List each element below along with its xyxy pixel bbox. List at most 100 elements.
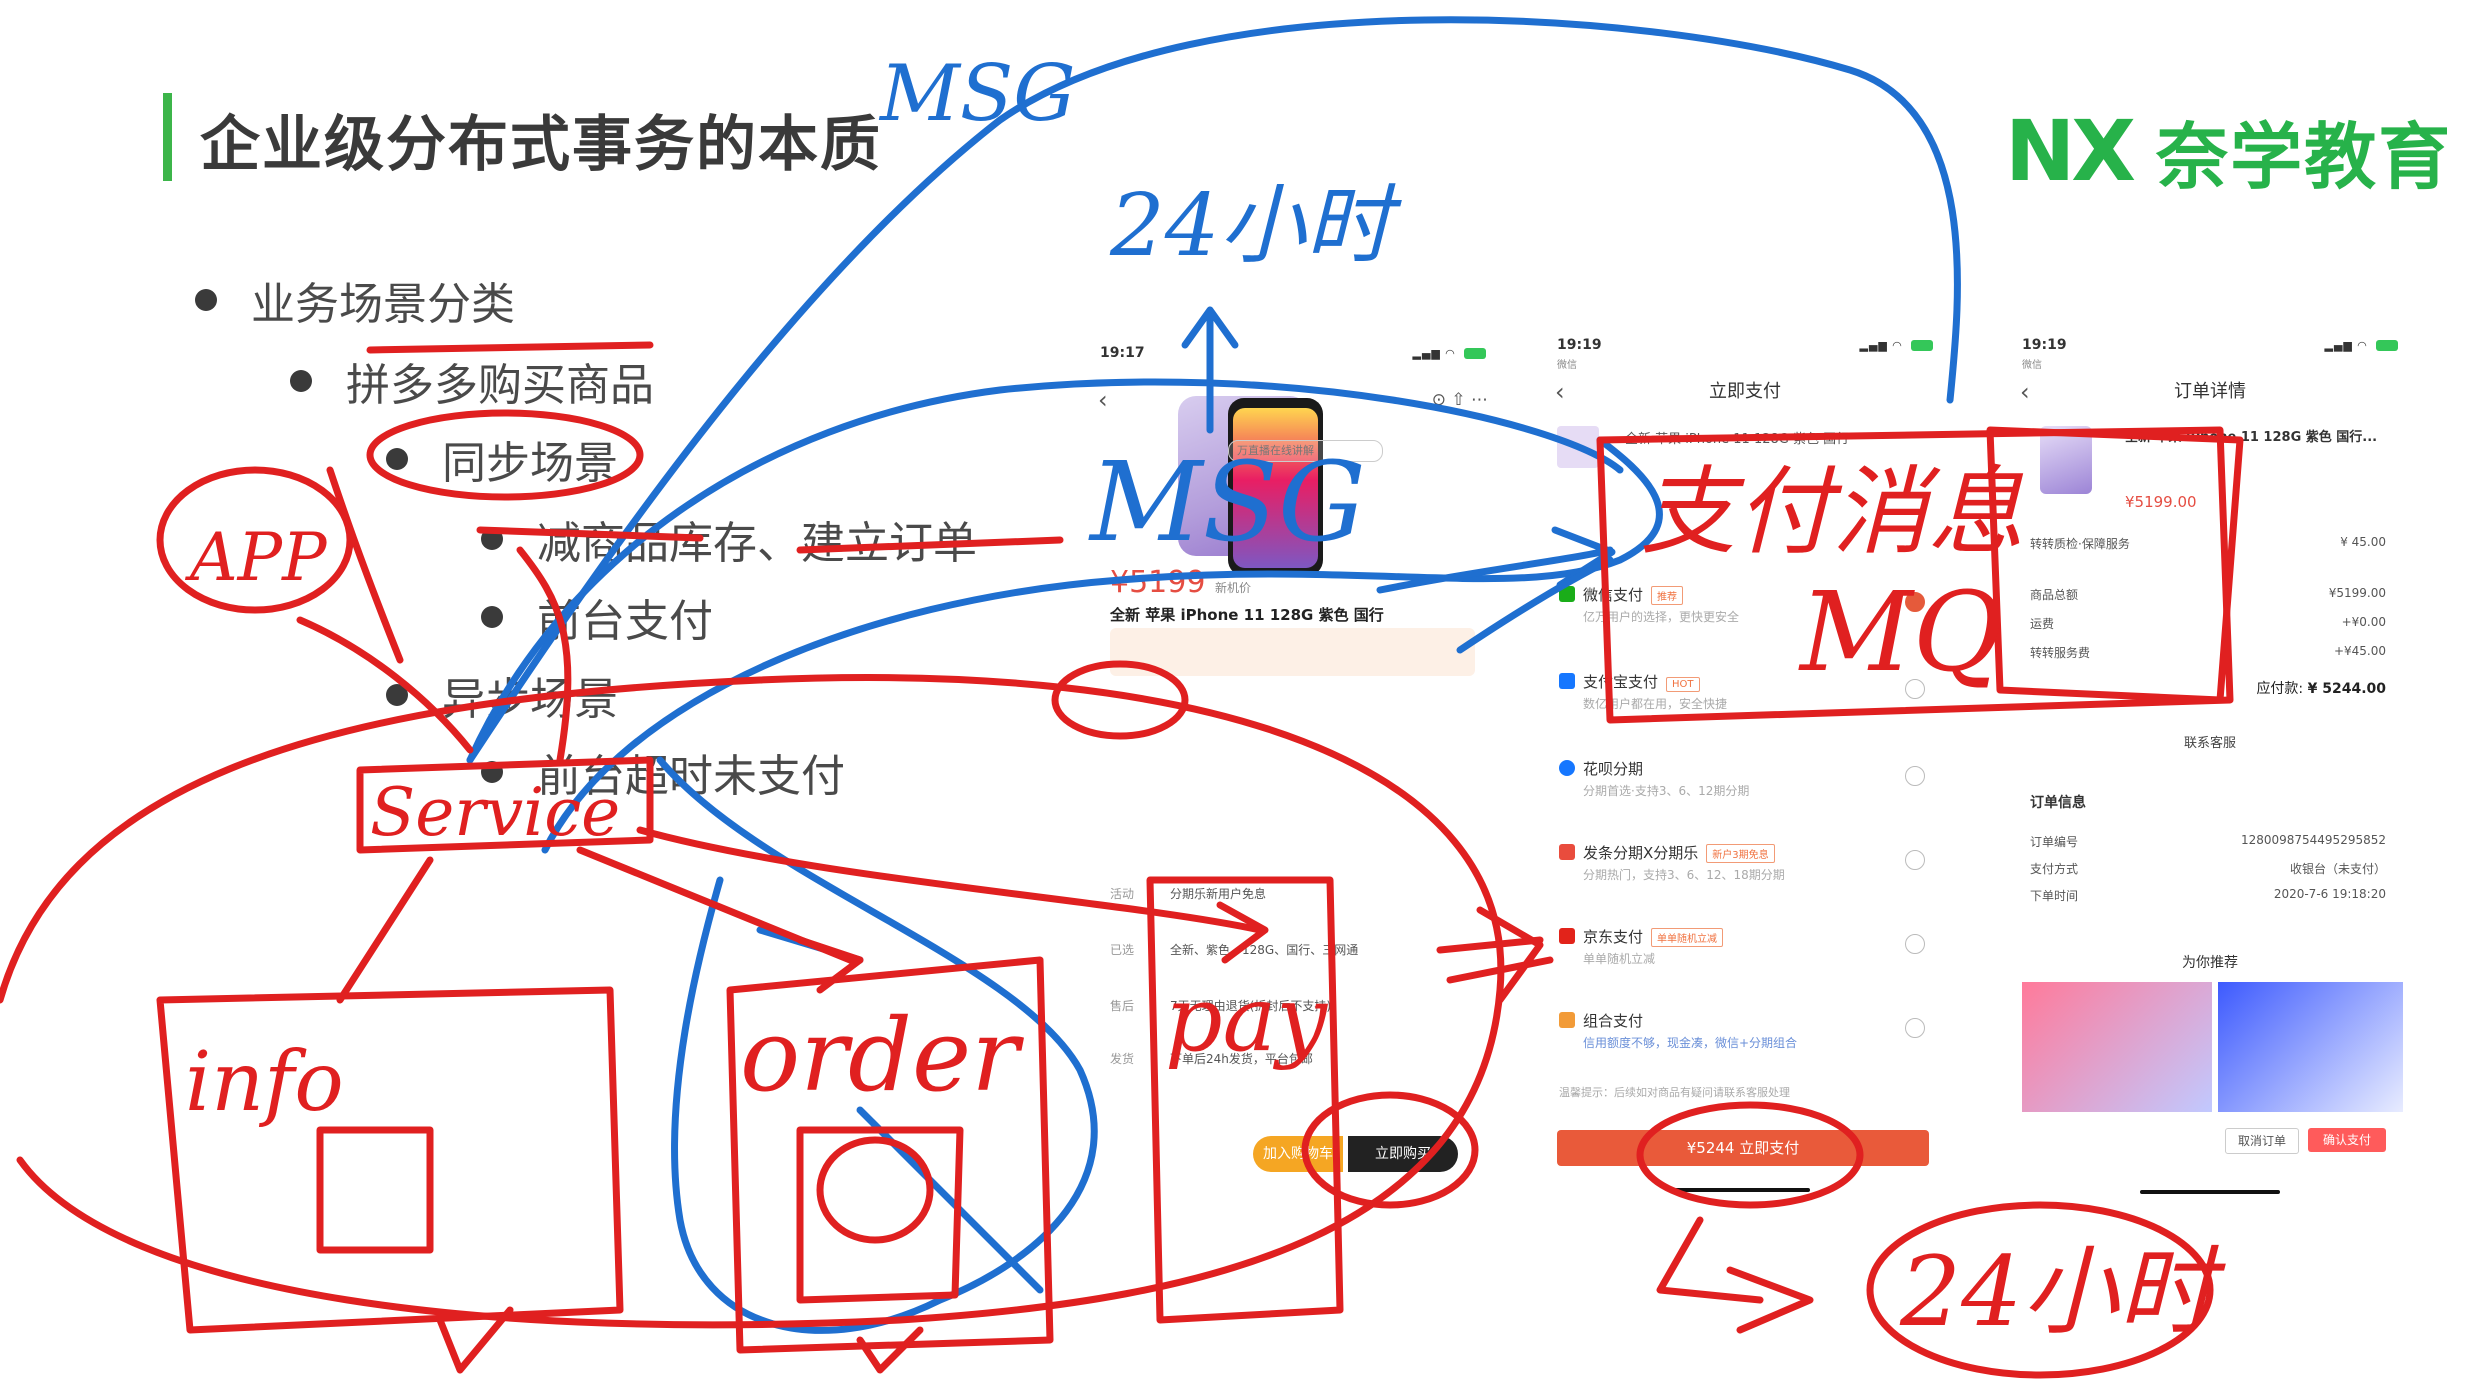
nav-bar: ‹ 订单详情 — [2010, 372, 2410, 412]
back-icon[interactable]: ‹ — [2020, 372, 2030, 412]
info-row[interactable]: 已选 全新、紫色、128G、国行、三网通 — [1110, 941, 1358, 958]
live-badge[interactable]: 万直播在线讲解 — [1228, 440, 1383, 462]
bullet-dot — [290, 370, 312, 392]
pay-now-button[interactable]: ¥5244 立即支付 — [1557, 1130, 1929, 1166]
bullet-text: 异步场景 — [442, 674, 618, 725]
price-line: 转转服务费 +¥45.00 — [2030, 644, 2386, 660]
bullet-item: 前台超时未支付 — [481, 740, 845, 804]
nav-bar: ‹ 立即支付 — [1545, 372, 1945, 412]
pay-option-huabei[interactable]: 花呗分期 分期首选·支持3、6、12期分期 — [1545, 752, 1945, 810]
status-icons: ▂▄▆ ◠ — [2325, 339, 2398, 352]
add-to-cart-button[interactable]: 加入购物车 — [1253, 1136, 1343, 1172]
slide-title: 企业级分布式事务的本质 — [200, 110, 882, 180]
huabei-icon — [1559, 760, 1575, 776]
radio-unselected[interactable] — [1905, 850, 1925, 870]
service-tags — [1110, 628, 1475, 676]
info-row[interactable]: 活动 分期乐新用户免息 — [1110, 885, 1266, 902]
bullet-item: 减商品库存、建立订单 — [481, 507, 977, 571]
order-info-row: 支付方式 收银台（未支付） — [2030, 862, 2386, 876]
price-tag: 新机价 — [1214, 581, 1251, 595]
phone-order-detail-page: 19:19 ▂▄▆ ◠ 微信 ‹ 订单详情 全新 苹果 iPhone 11 12… — [2010, 330, 2410, 1210]
product-price: ¥5199 新机价 — [1110, 565, 1251, 600]
carrier-label: 微信 — [1557, 360, 1577, 371]
info-row[interactable]: 发货 下单后24h发货，平台包邮 — [1110, 1050, 1313, 1067]
fenqile-icon — [1559, 844, 1575, 860]
pay-option-alipay[interactable]: 支付宝支付 HOT 数亿用户都在用，安全快捷 — [1545, 665, 1945, 723]
order-info-row: 下单时间 2020-7-6 19:18:20 — [2030, 887, 2386, 903]
payable-row: 应付款: ¥ 5244.00 — [2256, 681, 2386, 697]
pay-option-combo[interactable]: 组合支付 信用额度不够，现金凑，微信+分期组合 — [1545, 1004, 1945, 1062]
pay-option-wechat[interactable]: 微信支付 推荐 亿万用户的选择，更快更安全 — [1545, 578, 1945, 636]
status-time: 19:19 — [1557, 337, 1602, 353]
home-indicator — [2140, 1190, 2280, 1194]
handwritten-24h-bottom: 24小时 — [1899, 1236, 2226, 1348]
jdpay-icon — [1559, 928, 1575, 944]
bullet-text: 拼多多购买商品 — [346, 360, 654, 411]
wechat-pay-icon — [1559, 586, 1575, 602]
status-time: 19:17 — [1100, 345, 1145, 361]
buy-now-button[interactable]: 立即购买 — [1348, 1136, 1458, 1172]
status-time: 19:19 — [2022, 337, 2067, 353]
price-line: 运费 +¥0.00 — [2030, 615, 2386, 631]
recommend-card[interactable] — [2218, 982, 2403, 1112]
order-info-heading: 订单信息 — [2030, 795, 2086, 811]
radio-unselected[interactable] — [1905, 934, 1925, 954]
bullet-text: 业务场景分类 — [251, 279, 515, 330]
bullet-item: 前台支付 — [481, 585, 713, 649]
bullet-dot — [386, 684, 408, 706]
product-image-screen — [1233, 408, 1318, 568]
status-bar: 19:17 ▂▄▆ ◠ — [1088, 338, 1498, 368]
bullet-dot — [481, 761, 503, 783]
product-name: 全新 苹果 iPhone 11 128G 紫色 国行 — [1625, 432, 1850, 447]
confirm-pay-button[interactable]: 确认支付 — [2308, 1128, 2386, 1152]
back-icon[interactable]: ‹ — [1555, 372, 1565, 412]
bottom-action-bar: 加入购物车 立即购买 — [1088, 1124, 1498, 1184]
brand-logo: NX 奈学教育 — [2005, 98, 2452, 203]
bullet-dot — [481, 528, 503, 550]
back-icon[interactable]: ‹ — [1098, 380, 1108, 420]
brand-mark: NX — [2005, 101, 2136, 200]
handwritten-app: APP — [184, 519, 328, 596]
pay-option-fenqile[interactable]: 发条分期X分期乐 新户3期免息 分期热门，支持3、6、12、18期分期 — [1545, 836, 1945, 894]
page-title: 立即支付 — [1709, 381, 1781, 402]
order-info-row: 订单编号 1280098754495295852 — [2030, 833, 2386, 849]
product-thumb — [1557, 426, 1599, 468]
contact-support-link[interactable]: 联系客服 — [2010, 732, 2410, 751]
handwritten-info: info — [185, 1035, 344, 1130]
combo-pay-icon — [1559, 1012, 1575, 1028]
bullet-item: 业务场景分类 — [195, 268, 515, 332]
radio-unselected[interactable] — [1905, 679, 1925, 699]
product-price: ¥5199.00 — [2125, 493, 2197, 511]
handwritten-24h-top: 24小时 — [1109, 176, 1402, 276]
bullet-item: 异步场景 — [386, 663, 618, 727]
radio-unselected[interactable] — [1905, 1018, 1925, 1038]
status-icons: ▂▄▆ ◠ — [1413, 347, 1486, 360]
bullet-dot — [195, 289, 217, 311]
payment-note: 温馨提示：后续如对商品有疑问请联系客服处理 — [1559, 1086, 1790, 1099]
bullet-text: 同步场景 — [442, 438, 618, 489]
bullet-item: 拼多多购买商品 — [290, 349, 654, 413]
home-indicator — [1670, 1188, 1810, 1192]
bullet-dot — [481, 606, 503, 628]
info-row[interactable]: 售后 7天无理由退货(拆封后不支持) — [1110, 997, 1331, 1014]
share-icon[interactable]: ⊙ ⇧ ⋯ — [1432, 380, 1488, 420]
status-bar: 19:19 ▂▄▆ ◠ — [1545, 330, 1945, 360]
bullet-text: 前台支付 — [537, 596, 713, 647]
cancel-order-button[interactable]: 取消订单 — [2225, 1128, 2299, 1154]
alipay-icon — [1559, 673, 1575, 689]
page-title: 订单详情 — [2174, 381, 2246, 402]
recommend-card[interactable] — [2022, 982, 2212, 1112]
bullet-text: 减商品库存、建立订单 — [537, 518, 977, 569]
recommend-heading: 为你推荐 — [2182, 955, 2238, 971]
carrier-label: 微信 — [2022, 360, 2042, 371]
handwritten-order: order — [740, 997, 1024, 1114]
service-row: 转转质检·保障服务 ¥ 45.00 — [2030, 535, 2386, 551]
radio-unselected[interactable] — [1905, 766, 1925, 786]
phone-product-page: 19:17 ▂▄▆ ◠ ‹ ⊙ ⇧ ⋯ 万直播在线讲解 ¥5199 新机价 全新… — [1088, 338, 1498, 1228]
bullet-dot — [386, 448, 408, 470]
bullet-text: 前台超时未支付 — [537, 751, 845, 802]
radio-selected[interactable] — [1905, 592, 1925, 612]
handwritten-msg-top: MSG — [878, 49, 1076, 139]
product-title: 全新 苹果 iPhone 11 128G 紫色 国行 — [1110, 606, 1384, 624]
pay-option-jdpay[interactable]: 京东支付 单单随机立减 单单随机立减 — [1545, 920, 1945, 978]
